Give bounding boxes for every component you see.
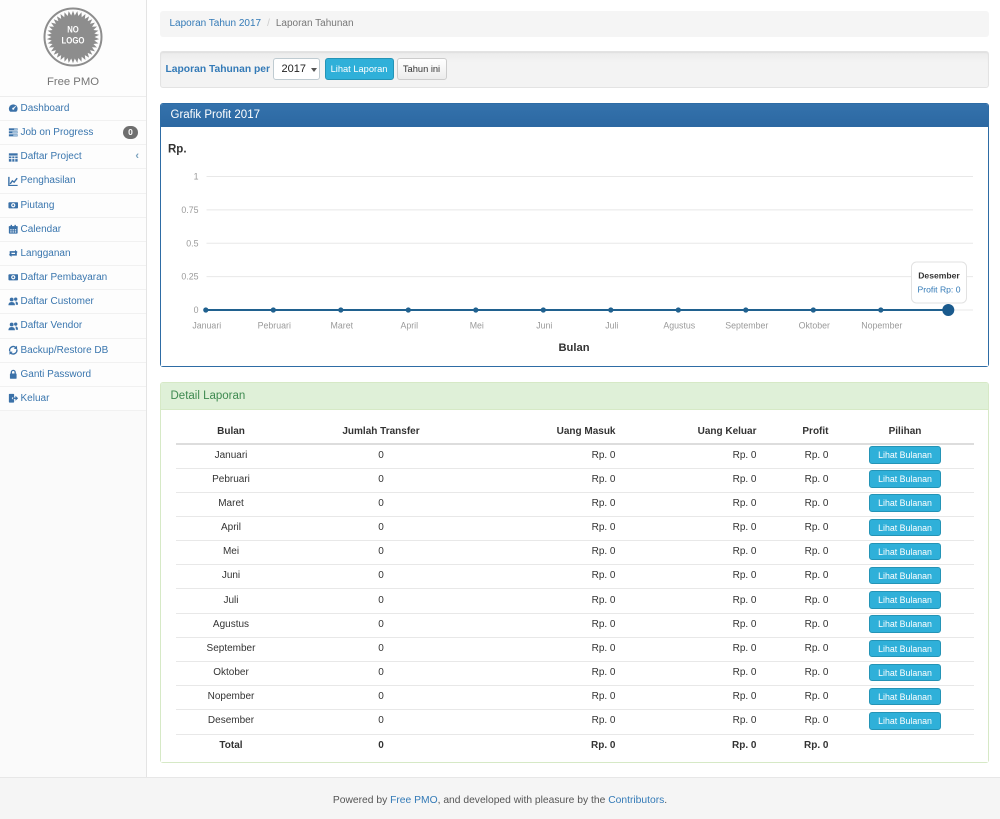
svg-text:Bulan: Bulan — [558, 342, 589, 354]
svg-text:Januari: Januari — [192, 320, 221, 330]
svg-text:Rp.: Rp. — [168, 143, 187, 155]
svg-text:September: September — [725, 320, 768, 330]
svg-text:1: 1 — [193, 171, 198, 181]
svg-text:Desember: Desember — [918, 270, 960, 280]
svg-text:Juni: Juni — [536, 320, 552, 330]
svg-text:NO: NO — [67, 25, 79, 36]
svg-text:0.25: 0.25 — [181, 271, 198, 281]
svg-text:Profit Rp: 0: Profit Rp: 0 — [917, 284, 960, 294]
svg-text:Oktober: Oktober — [798, 320, 829, 330]
svg-text:Juli: Juli — [605, 320, 618, 330]
svg-text:0: 0 — [193, 305, 198, 315]
svg-text:Pebruari: Pebruari — [257, 320, 290, 330]
svg-text:Nopember: Nopember — [861, 320, 902, 330]
svg-text:LOGO: LOGO — [62, 35, 85, 46]
svg-text:Agustus: Agustus — [663, 320, 695, 330]
svg-text:Mei: Mei — [469, 320, 483, 330]
svg-text:Maret: Maret — [330, 320, 353, 330]
svg-text:April: April — [400, 320, 418, 330]
svg-text:0.5: 0.5 — [186, 238, 198, 248]
svg-text:0.75: 0.75 — [181, 204, 198, 214]
